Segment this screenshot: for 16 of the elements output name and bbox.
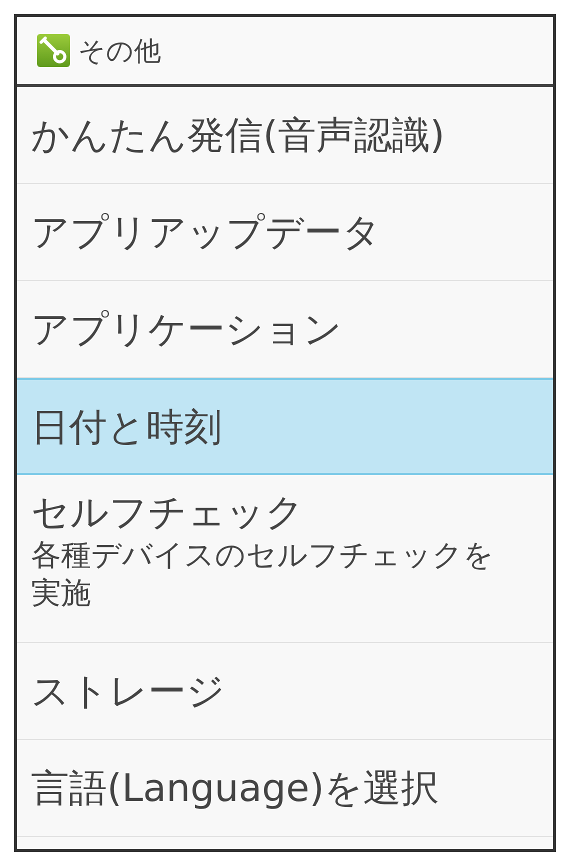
menu-item[interactable]: アプリアップデータ	[17, 184, 553, 281]
item-title: ストレージ	[31, 668, 226, 715]
menu-item[interactable]: 言語(Language)を選択	[17, 740, 553, 837]
item-title: アプリアップデータ	[31, 209, 382, 256]
item-title: かんたん発信(音声認識)	[31, 112, 446, 159]
screen-title: その他	[78, 34, 161, 68]
item-title: 言語(Language)を選択	[31, 765, 440, 812]
item-title: アプリケーション	[31, 306, 343, 353]
menu-item[interactable]: 日付と時刻	[17, 378, 553, 475]
menu-item[interactable]: かんたん発信(音声認識)	[17, 87, 553, 184]
menu-item[interactable]: ストレージ	[17, 643, 553, 740]
menu-item[interactable]: セルフチェック 各種デバイスのセルフチェックを実施	[17, 475, 553, 643]
item-title: セルフチェック	[31, 489, 305, 536]
item-summary: 各種デバイスのセルフチェックを実施	[31, 537, 495, 613]
item-title: 日付と時刻	[31, 404, 223, 450]
wrench-icon	[37, 34, 70, 67]
